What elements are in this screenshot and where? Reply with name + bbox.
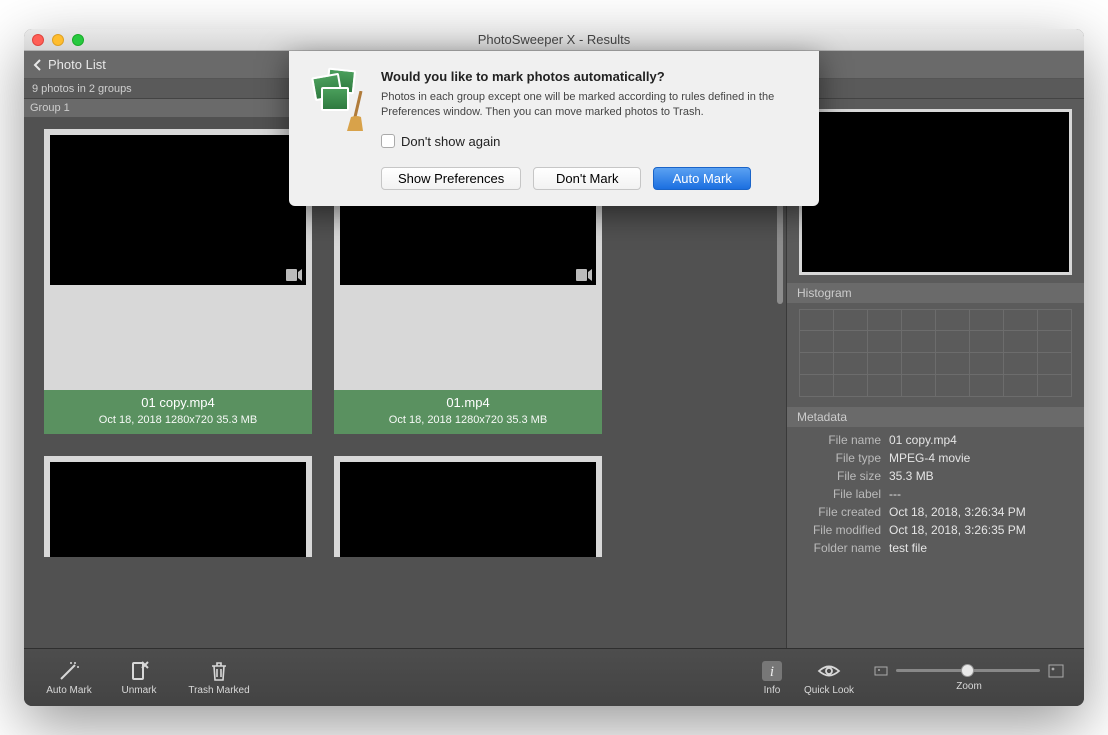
auto-mark-dialog: Would you like to mark photos automatica… xyxy=(289,51,819,206)
zoom-control: Zoom xyxy=(864,664,1074,692)
metadata-value: Oct 18, 2018, 3:26:34 PM xyxy=(889,505,1026,519)
metadata-key: File type xyxy=(797,451,889,465)
metadata-key: File label xyxy=(797,487,889,501)
quick-look-label: Quick Look xyxy=(804,685,854,696)
zoom-slider[interactable] xyxy=(896,669,1040,672)
metadata-row: File createdOct 18, 2018, 3:26:34 PM xyxy=(797,503,1074,521)
preview-image xyxy=(799,109,1072,275)
metadata-key: File created xyxy=(797,505,889,519)
unmark-button[interactable]: Unmark xyxy=(104,660,174,696)
metadata-key: File name xyxy=(797,433,889,447)
photo-thumbnail xyxy=(50,135,306,285)
histogram xyxy=(799,309,1072,397)
metadata-grid: File name01 copy.mp4 File typeMPEG-4 mov… xyxy=(787,427,1084,565)
metadata-key: Folder name xyxy=(797,541,889,555)
metadata-value: 35.3 MB xyxy=(889,469,934,483)
minimize-button[interactable] xyxy=(52,34,64,46)
unmark-label: Unmark xyxy=(121,685,156,696)
photo-filename: 01.mp4 xyxy=(338,395,598,410)
metadata-row: File typeMPEG-4 movie xyxy=(797,449,1074,467)
dialog-buttons: Show Preferences Don't Mark Auto Mark xyxy=(381,167,799,190)
app-window: PhotoSweeper X - Results Photo List 9 ph… xyxy=(24,29,1084,706)
zoom-in-icon[interactable] xyxy=(1048,664,1064,678)
trash-marked-label: Trash Marked xyxy=(188,685,249,696)
trash-marked-button[interactable]: Trash Marked xyxy=(174,660,264,696)
metadata-value: test file xyxy=(889,541,927,555)
metadata-key: File size xyxy=(797,469,889,483)
dont-mark-button[interactable]: Don't Mark xyxy=(533,167,641,190)
photo-card[interactable] xyxy=(334,456,602,557)
video-icon xyxy=(576,269,592,281)
dialog-content: Would you like to mark photos automatica… xyxy=(381,69,799,190)
photo-card[interactable] xyxy=(44,456,312,557)
trash-icon xyxy=(208,660,230,682)
metadata-row: File size35.3 MB xyxy=(797,467,1074,485)
broom-icon xyxy=(347,91,367,131)
card-body xyxy=(334,285,602,390)
auto-mark-confirm-button[interactable]: Auto Mark xyxy=(653,167,751,190)
eye-icon xyxy=(817,660,841,682)
photo-thumbnail xyxy=(50,462,306,557)
card-body xyxy=(44,285,312,390)
chevron-left-icon xyxy=(32,58,44,72)
maximize-button[interactable] xyxy=(72,34,84,46)
wand-icon xyxy=(58,660,80,682)
photo-card[interactable]: 01 copy.mp4 Oct 18, 2018 1280x720 35.3 M… xyxy=(44,129,312,434)
video-icon xyxy=(286,269,302,281)
app-icon xyxy=(309,69,365,125)
photo-thumbnail xyxy=(340,462,596,557)
info-button[interactable]: i Info xyxy=(750,660,794,696)
status-summary: 9 photos in 2 groups xyxy=(32,83,132,95)
metadata-value: MPEG-4 movie xyxy=(889,451,970,465)
metadata-row: File modifiedOct 18, 2018, 3:26:35 PM xyxy=(797,521,1074,539)
zoom-slider-wrap xyxy=(874,664,1064,678)
zoom-slider-thumb[interactable] xyxy=(961,664,974,677)
traffic-lights xyxy=(24,34,84,46)
window-title: PhotoSweeper X - Results xyxy=(24,32,1084,47)
auto-mark-label: Auto Mark xyxy=(46,685,92,696)
card-label-strip: 01.mp4 Oct 18, 2018 1280x720 35.3 MB xyxy=(334,390,602,434)
info-label: Info xyxy=(764,685,781,696)
metadata-value: 01 copy.mp4 xyxy=(889,433,957,447)
info-panel: Histogram Metadata File name01 copy.mp4 … xyxy=(786,99,1084,648)
photo-meta: Oct 18, 2018 1280x720 35.3 MB xyxy=(99,414,257,426)
metadata-key: File modified xyxy=(797,523,889,537)
back-button[interactable]: Photo List xyxy=(32,57,106,72)
photo-filename: 01 copy.mp4 xyxy=(48,395,308,410)
metadata-title: Metadata xyxy=(787,407,1084,427)
dialog-title: Would you like to mark photos automatica… xyxy=(381,69,799,84)
bottom-toolbar: Auto Mark Unmark Trash Marked i Info Qui… xyxy=(24,648,1084,706)
metadata-row: Folder nametest file xyxy=(797,539,1074,557)
metadata-row: File label--- xyxy=(797,485,1074,503)
close-button[interactable] xyxy=(32,34,44,46)
photo-meta: Oct 18, 2018 1280x720 35.3 MB xyxy=(389,414,547,426)
show-preferences-button[interactable]: Show Preferences xyxy=(381,167,521,190)
checkbox[interactable] xyxy=(381,134,395,148)
quick-look-button[interactable]: Quick Look xyxy=(794,660,864,696)
checkbox-label: Don't show again xyxy=(401,134,500,149)
metadata-value: --- xyxy=(889,487,901,501)
card-label-strip: 01 copy.mp4 Oct 18, 2018 1280x720 35.3 M… xyxy=(44,390,312,434)
histogram-title: Histogram xyxy=(787,283,1084,303)
metadata-value: Oct 18, 2018, 3:26:35 PM xyxy=(889,523,1026,537)
auto-mark-button[interactable]: Auto Mark xyxy=(34,660,104,696)
metadata-row: File name01 copy.mp4 xyxy=(797,431,1074,449)
back-label: Photo List xyxy=(48,57,106,72)
dialog-body: Photos in each group except one will be … xyxy=(381,90,799,120)
info-icon: i xyxy=(760,660,784,682)
dont-show-again-row[interactable]: Don't show again xyxy=(381,134,799,149)
unmark-icon xyxy=(128,660,150,682)
zoom-label: Zoom xyxy=(956,681,982,692)
svg-text:i: i xyxy=(770,664,774,680)
zoom-out-icon[interactable] xyxy=(874,665,888,677)
titlebar: PhotoSweeper X - Results xyxy=(24,29,1084,51)
